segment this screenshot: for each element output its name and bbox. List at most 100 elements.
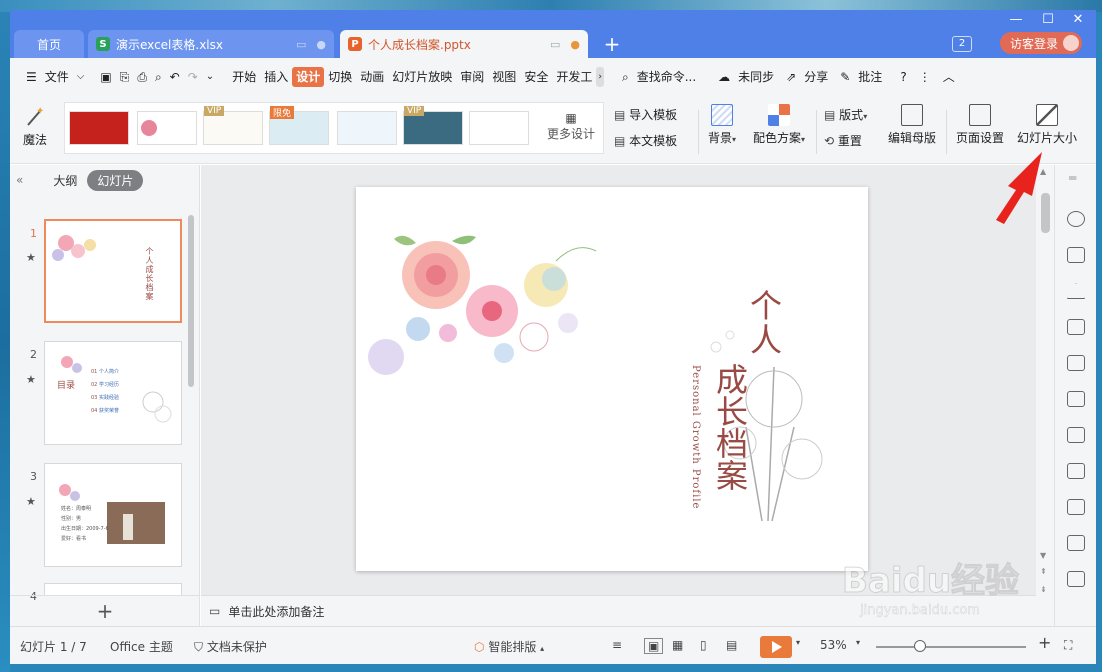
protection-status[interactable]: ⛉ 文档未保护 (194, 638, 267, 655)
chevron-down-icon[interactable]: ⌵ (73, 67, 89, 87)
import-template-button[interactable]: ▤ 导入模板 (614, 106, 677, 123)
maximize-icon[interactable]: ☐ (1038, 12, 1058, 27)
sync-status[interactable]: 未同步 (734, 67, 778, 87)
file-menu[interactable]: 文件 (41, 67, 73, 87)
notes-toggle-icon[interactable]: ≡ (612, 638, 622, 652)
reading-view-icon[interactable]: ▯ (700, 638, 707, 652)
comment-icon[interactable]: ✎ (836, 67, 854, 87)
save-icon[interactable]: ▣ (96, 67, 115, 87)
zoom-level[interactable]: 53% (820, 638, 847, 652)
this-template-button[interactable]: ▤ 本文模板 (614, 132, 677, 149)
more-icon[interactable]: ⋮ (915, 67, 935, 87)
hamburger-menu-icon[interactable]: ☰ (22, 67, 41, 87)
zoom-slider[interactable] (876, 646, 1026, 648)
normal-view-icon[interactable]: ▣ (644, 638, 664, 654)
menu-design[interactable]: 设计 (292, 67, 325, 87)
image-layers-icon[interactable] (1067, 427, 1085, 443)
zoom-slider-knob[interactable] (914, 640, 926, 652)
panel-scrollbar[interactable] (188, 215, 194, 387)
menu-insert[interactable]: 插入 (260, 67, 292, 87)
add-slide-button[interactable]: + (10, 595, 200, 625)
more-quick-icon[interactable]: ⌄ (202, 67, 218, 87)
tab-outline[interactable]: 大纲 (43, 170, 87, 191)
fit-window-icon[interactable]: ⛶ (1064, 638, 1072, 653)
more-designs-button[interactable]: ▦ 更多设计 (543, 111, 599, 142)
design-thumb-7[interactable] (469, 111, 529, 145)
layout-grid-icon[interactable] (1067, 319, 1085, 335)
redo-icon[interactable]: ↷ (184, 67, 202, 87)
slide-thumbnail-4[interactable] (44, 583, 182, 595)
page-setup-button[interactable]: 页面设置 (952, 104, 1008, 146)
menu-review[interactable]: 审阅 (456, 67, 488, 87)
command-search[interactable]: 查找命令... (633, 67, 700, 87)
slide-thumbnail-1[interactable]: 个人成长档案 (44, 219, 182, 323)
design-thumb-6[interactable]: VIP (403, 106, 463, 145)
monitor-icon[interactable]: ▭ (296, 38, 306, 51)
menu-view[interactable]: 视图 (488, 67, 520, 87)
tab-dot-icon[interactable]: ● (316, 38, 326, 51)
menu-developer[interactable]: 开发工 (552, 67, 596, 87)
smart-layout-button[interactable]: ⬡ 智能排版 ▴ (474, 638, 544, 655)
share-icon[interactable]: ⇗ (782, 67, 800, 87)
undo-icon[interactable]: ↶ (166, 67, 184, 87)
transition-icon[interactable] (1067, 247, 1085, 263)
color-scheme-button[interactable]: 配色方案▾ (746, 104, 812, 146)
menu-slideshow[interactable]: 幻灯片放映 (388, 67, 456, 87)
tab-slides[interactable]: 幻灯片 (87, 169, 144, 191)
slide-sorter-icon[interactable]: ▦ (672, 638, 683, 652)
drag-handle-icon[interactable]: ═ (1069, 171, 1076, 185)
window-count-badge[interactable]: 2 (952, 36, 972, 52)
menu-start[interactable]: 开始 (228, 67, 260, 87)
tab-home[interactable]: 首页 (14, 30, 84, 58)
new-tab-button[interactable]: + (600, 32, 624, 56)
magic-button[interactable]: ✦ 魔法 (18, 104, 52, 148)
tab-pptx[interactable]: P 个人成长档案.pptx ▭ ● (340, 30, 588, 58)
share-button[interactable]: 分享 (800, 67, 832, 87)
close-icon[interactable]: ✕ (1068, 12, 1088, 27)
play-slideshow-button[interactable] (760, 636, 792, 658)
collapse-panel-icon[interactable]: « (16, 173, 23, 187)
monitor-icon[interactable]: ▭ (550, 38, 560, 51)
slide-thumbnail-3[interactable]: 姓名：周泰明 性别：男 出生日期：2009-7-6 爱好：看书 (44, 463, 182, 567)
menu-scroll-right-icon[interactable]: › (596, 67, 604, 87)
cloud-sync-icon[interactable]: ☁ (714, 67, 734, 87)
chevron-down-icon[interactable]: ▾ (856, 638, 860, 647)
settings-sliders-icon[interactable] (1067, 391, 1085, 407)
design-thumb-5[interactable] (337, 111, 397, 145)
help-icon[interactable]: ? (896, 67, 910, 87)
background-button[interactable]: 背景▾ (702, 104, 742, 146)
slide-title-line2[interactable]: 成长档案 (710, 363, 750, 491)
archive-icon[interactable] (1067, 499, 1085, 515)
menu-animation[interactable]: 动画 (356, 67, 388, 87)
design-thumb-4[interactable]: 限免 (269, 106, 329, 145)
chart-icon[interactable] (1067, 355, 1085, 371)
layout-button[interactable]: ▤ 版式▾ (824, 106, 867, 123)
edit-master-button[interactable]: 编辑母版 (884, 104, 940, 146)
theme-name[interactable]: Office 主题 (110, 638, 173, 655)
print-preview-icon[interactable]: ⌕ (151, 67, 166, 87)
slide-title-line1[interactable]: 个人 (744, 289, 784, 357)
design-thumb-1[interactable] (69, 111, 129, 145)
menu-security[interactable]: 安全 (520, 67, 552, 87)
slide-thumbnail-2[interactable]: 目录 01 个人简介 02 学习经历 03 实践经验 04 获奖荣誉 (44, 341, 182, 445)
tab-xlsx[interactable]: S 演示excel表格.xlsx ▭ ● (88, 30, 334, 58)
zoom-in-icon[interactable]: + (1038, 633, 1051, 652)
slide-subtitle[interactable]: Personal Growth Profile (690, 365, 701, 509)
print-icon[interactable]: ⎙ (133, 67, 151, 87)
login-button[interactable]: 访客登录 (1000, 32, 1082, 54)
chevron-down-icon[interactable]: ▾ (796, 638, 800, 647)
unsaved-dot-icon[interactable]: ● (570, 38, 580, 51)
export-icon[interactable] (1067, 463, 1085, 479)
search-icon[interactable]: ⌕ (618, 67, 633, 87)
design-thumb-2[interactable] (137, 111, 197, 145)
comment-button[interactable]: 批注 (854, 67, 886, 87)
slide-size-button[interactable]: 幻灯片大小 (1012, 104, 1082, 146)
reset-button[interactable]: ⟲ 重置 (824, 132, 862, 149)
format-painter-icon[interactable]: ⎘ (116, 67, 134, 87)
star-effects-icon[interactable] (1067, 211, 1085, 227)
minimize-icon[interactable]: — (1006, 12, 1026, 27)
collapse-ribbon-icon[interactable]: ︿ (939, 67, 959, 87)
current-slide[interactable]: 个人 成长档案 Personal Growth Profile (356, 187, 868, 571)
shape-icon[interactable] (1067, 283, 1085, 299)
audio-icon[interactable] (1067, 571, 1085, 587)
